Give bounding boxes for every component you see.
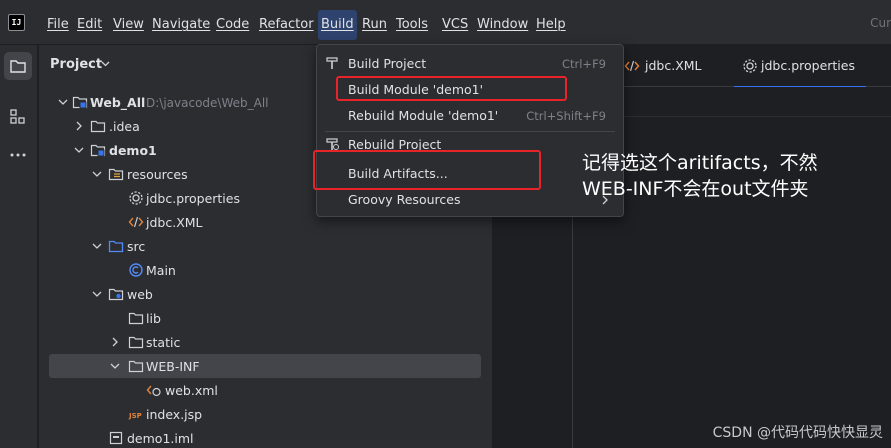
tree-item-web-xml[interactable]: web.xml <box>49 378 481 402</box>
tree-label: index.jsp <box>146 407 203 422</box>
menu-run[interactable]: Run <box>362 16 387 34</box>
chevron-right-icon[interactable] <box>110 337 120 347</box>
project-panel-title[interactable]: Project <box>50 57 102 72</box>
menu-file[interactable]: File <box>47 16 69 34</box>
annotation-note: 记得选这个aritifacts，不然 WEB-INF不会在out文件夹 <box>582 150 818 202</box>
structure-tool-button[interactable] <box>4 103 32 131</box>
module-folder-icon <box>90 144 106 157</box>
folder-icon <box>10 60 26 73</box>
structure-icon <box>10 109 25 124</box>
tree-item-web[interactable]: web <box>49 282 481 306</box>
menu-item-label: Rebuild Module 'demo1' <box>348 108 499 123</box>
web-folder-icon <box>108 288 124 301</box>
folder-icon <box>128 336 144 349</box>
menu-code[interactable]: Code <box>216 16 249 34</box>
gear-icon <box>743 59 757 73</box>
build-hammer-icon <box>326 57 338 69</box>
menu-help[interactable]: Help <box>536 16 566 34</box>
xml-file-icon <box>624 60 640 72</box>
main-menu-bar: IJ File Edit View Navigate Code Refactor… <box>0 0 891 45</box>
menu-item-groovy-resources[interactable]: Groovy Resources <box>317 187 623 213</box>
menu-item-label: Build Project <box>348 56 427 71</box>
menu-item-label: Groovy Resources <box>348 192 461 207</box>
menu-view[interactable]: View <box>113 16 144 34</box>
menu-window[interactable]: Window <box>477 16 528 34</box>
menu-item-shortcut: Ctrl+Shift+F9 <box>526 109 606 123</box>
menu-navigate[interactable]: Navigate <box>152 16 210 34</box>
tree-label: src <box>127 239 146 254</box>
highlight-box-build-module <box>336 76 567 101</box>
menu-build[interactable]: Build <box>318 10 357 40</box>
project-tool-button[interactable] <box>4 52 32 80</box>
chevron-down-icon[interactable] <box>92 241 102 251</box>
menu-edit[interactable]: Edit <box>77 16 102 34</box>
tree-item-static[interactable]: static <box>49 330 481 354</box>
chevron-down-icon[interactable] <box>92 289 102 299</box>
tree-label: web.xml <box>165 383 218 398</box>
menu-vcs[interactable]: VCS <box>442 16 468 34</box>
tree-label: static <box>146 335 181 350</box>
tree-item-web-inf[interactable]: WEB-INF <box>49 354 481 378</box>
menu-refactor[interactable]: Refactor <box>259 16 314 34</box>
rebuild-icon <box>326 138 339 150</box>
chevron-down-icon[interactable] <box>110 361 120 371</box>
highlight-box-build-artifacts <box>313 150 541 190</box>
chevron-down-icon[interactable] <box>101 61 110 67</box>
tree-label: Main <box>146 263 176 278</box>
annotation-line-2: WEB-INF不会在out文件夹 <box>582 178 809 200</box>
folder-icon <box>128 360 144 373</box>
tree-label: jdbc.XML <box>146 215 203 230</box>
java-class-icon <box>129 263 143 277</box>
watermark: CSDN @代码代码快快显灵 <box>712 425 883 441</box>
chevron-down-icon[interactable] <box>92 169 102 179</box>
more-tools-button[interactable] <box>4 141 32 169</box>
left-tool-strip <box>0 45 38 448</box>
tree-item-src[interactable]: src <box>49 234 481 258</box>
tree-label: WEB-INF <box>146 359 200 374</box>
xml-file-icon <box>128 216 144 228</box>
svg-text:JSP: JSP <box>128 412 142 420</box>
intellij-logo-icon[interactable]: IJ <box>8 14 25 31</box>
tree-label: demo1.iml <box>127 431 194 446</box>
source-folder-icon <box>108 240 124 253</box>
tree-item-demo1-iml[interactable]: demo1.iml <box>49 426 481 448</box>
iml-file-icon <box>109 431 123 445</box>
module-folder-icon <box>72 96 88 109</box>
properties-file-icon <box>129 191 143 205</box>
build-dropdown-menu: Build Project Ctrl+F9 Build Module 'demo… <box>316 44 624 217</box>
tree-label: resources <box>127 167 188 182</box>
tree-label: Web_All <box>90 95 146 110</box>
chevron-down-icon[interactable] <box>74 145 84 155</box>
tab-label: jdbc.XML <box>645 58 702 73</box>
menu-item-build-project[interactable]: Build Project Ctrl+F9 <box>317 51 623 77</box>
chevron-down-icon[interactable] <box>58 97 68 107</box>
jsp-file-icon: JSP <box>128 412 142 420</box>
tab-jdbc-properties[interactable]: jdbc.properties <box>734 45 866 88</box>
more-dots-icon <box>10 153 26 157</box>
tree-label: demo1 <box>109 143 157 158</box>
menu-item-shortcut: Ctrl+F9 <box>561 57 606 71</box>
menu-tools[interactable]: Tools <box>396 16 428 34</box>
menu-item-rebuild-module[interactable]: Rebuild Module 'demo1' Ctrl+Shift+F9 <box>317 103 623 129</box>
tree-label: lib <box>146 311 161 326</box>
tree-item-lib[interactable]: lib <box>49 306 481 330</box>
tree-label: jdbc.properties <box>146 191 240 206</box>
tab-jdbc-xml[interactable]: jdbc.XML <box>622 45 732 87</box>
tree-label: .idea <box>109 119 140 134</box>
tab-label: jdbc.properties <box>761 58 855 73</box>
folder-icon <box>90 120 106 133</box>
tree-label: web <box>127 287 153 302</box>
chevron-right-icon[interactable] <box>74 121 84 131</box>
annotation-line-1: 记得选这个aritifacts，不然 <box>582 152 818 174</box>
folder-icon <box>128 312 144 325</box>
tree-path: D:\javacode\Web_All <box>146 96 269 110</box>
web-xml-icon <box>146 385 161 397</box>
resources-folder-icon <box>108 168 124 181</box>
tree-item-main[interactable]: Main <box>49 258 481 282</box>
current-file-indicator: Cur <box>870 16 891 30</box>
tree-item-index-jsp[interactable]: JSP index.jsp <box>49 402 481 426</box>
